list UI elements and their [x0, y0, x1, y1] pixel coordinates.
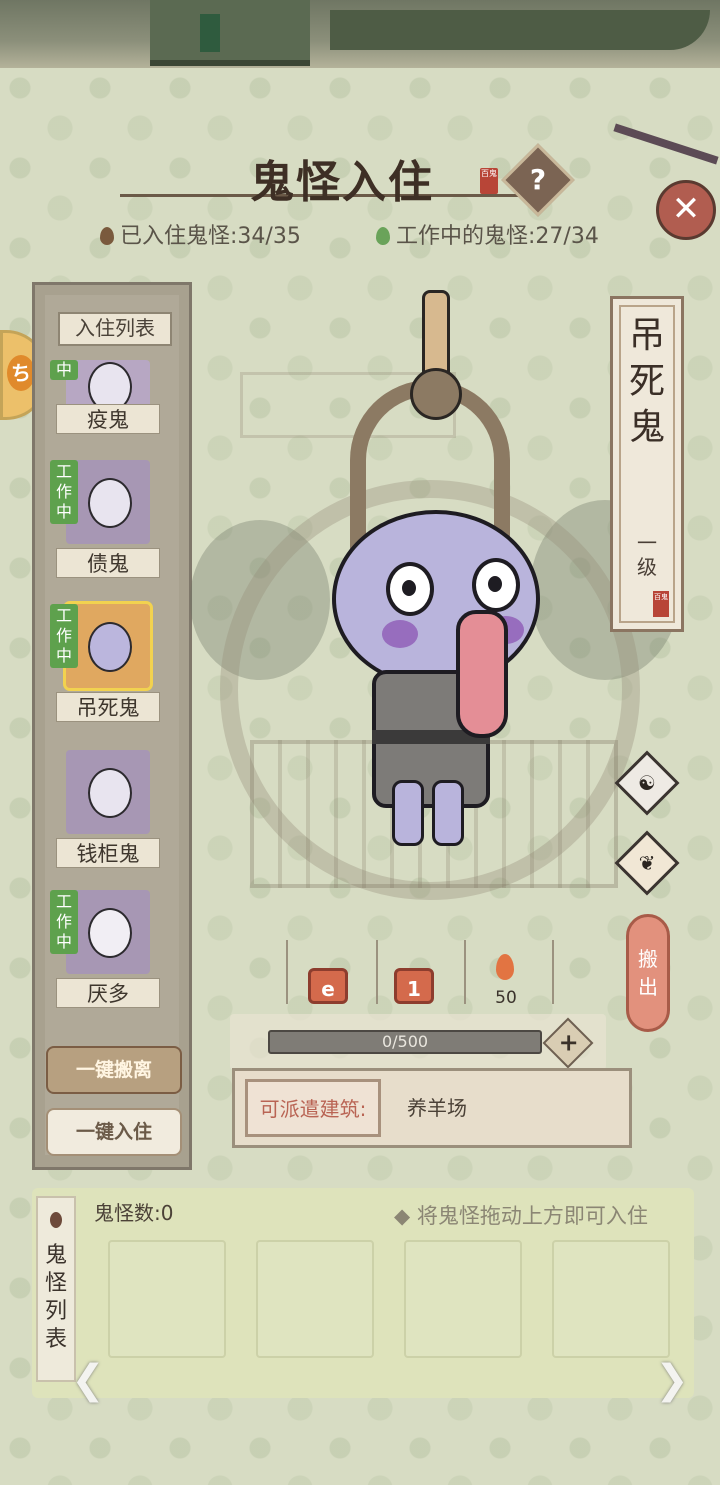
resident-count-text: 已入住鬼怪:34/35	[120, 224, 301, 249]
event-icon: ち	[7, 355, 35, 391]
working-tag: 工作中	[50, 890, 78, 954]
drop-icon	[376, 227, 390, 245]
experience-bar: 0/500	[268, 1030, 542, 1054]
building-sign	[200, 14, 220, 52]
working-tag: 工作中	[50, 604, 78, 668]
ghost-leg	[432, 780, 464, 846]
drag-hint: ◆ 将鬼怪拖动上方即可入住	[394, 1204, 648, 1228]
ghost-leg	[392, 780, 424, 846]
ghost-name-plate: 吊死鬼 一级 百鬼	[610, 296, 684, 632]
ghost-flame-icon: ☯	[638, 771, 656, 795]
move-out-button[interactable]: 搬出	[626, 914, 670, 1032]
flame-value: 50	[495, 988, 517, 1008]
remove-all-button[interactable]: 一键搬离	[46, 1046, 182, 1094]
ghost-tongue	[456, 610, 508, 738]
plus-icon: +	[558, 1028, 579, 1057]
divider	[286, 940, 288, 1004]
ghost-slot[interactable]	[256, 1240, 374, 1358]
page-title: 鬼怪入住	[250, 157, 434, 208]
ghost-legs	[392, 780, 464, 846]
ghost-attributes-row: e 1 50	[286, 940, 582, 1020]
next-page-arrow[interactable]: ❯	[634, 1360, 710, 1402]
ghost-name: 债鬼	[56, 548, 160, 578]
dispatch-label: 可派遣建筑:	[245, 1079, 381, 1137]
dispatch-building[interactable]: 可派遣建筑: 养羊场	[232, 1068, 632, 1148]
ghost-list-tab-label: 鬼怪列表	[44, 1243, 67, 1352]
dispatch-value: 养羊场	[407, 1096, 467, 1120]
ghost-name: 疫鬼	[56, 404, 160, 434]
right-eye	[472, 558, 520, 612]
ghost-portrait	[66, 750, 150, 834]
drop-icon	[50, 1212, 62, 1228]
list-title: 入住列表	[58, 312, 172, 346]
prev-page-arrow[interactable]: ❮	[50, 1360, 126, 1402]
flame-icon	[496, 954, 514, 980]
ghost-name: 钱柜鬼	[56, 838, 160, 868]
title-banner: 鬼怪入住 百鬼	[120, 140, 560, 210]
level-icon[interactable]: 1	[394, 968, 434, 1004]
blush	[382, 620, 418, 648]
divider	[552, 940, 554, 1004]
plate-stamp: 百鬼	[653, 591, 669, 617]
divider	[376, 940, 378, 1004]
close-button[interactable]: ✕	[656, 180, 716, 240]
ghost-list-tab[interactable]: 鬼怪列表	[36, 1196, 76, 1382]
question-icon: ?	[529, 163, 547, 196]
rope-knot	[410, 368, 462, 420]
left-eye	[386, 562, 434, 616]
add-all-button[interactable]: 一键入住	[46, 1108, 182, 1156]
building-roof	[150, 0, 310, 66]
ghost-level: 一级	[637, 531, 657, 579]
peach-icon: ❦	[638, 851, 656, 875]
divider	[464, 940, 466, 1004]
title-seal: 百鬼	[480, 168, 498, 194]
experience-text: 0/500	[381, 1032, 429, 1051]
resident-count: 已入住鬼怪:34/35	[100, 218, 301, 250]
ghost-name: 吊死鬼	[56, 692, 160, 722]
hanged-ghost-character[interactable]	[320, 290, 550, 860]
ghost-name-vertical: 吊死鬼	[628, 315, 665, 448]
working-tag: 工作中	[50, 460, 78, 524]
ghost-face	[88, 908, 132, 958]
ghost-portrait	[66, 890, 150, 974]
working-count: 工作中的鬼怪:27/34	[376, 218, 599, 250]
ghost-head	[332, 510, 540, 688]
ghost-face	[88, 768, 132, 818]
ghost-face	[88, 622, 132, 672]
ghost-portrait	[63, 601, 153, 691]
ghost-count: 鬼怪数:0	[94, 1201, 174, 1225]
working-tag: 中	[50, 360, 78, 380]
ghost-slot[interactable]	[404, 1240, 522, 1358]
ghost-slot[interactable]	[552, 1240, 670, 1358]
background-scene	[0, 0, 720, 68]
ghost-slot[interactable]	[108, 1240, 226, 1358]
drop-icon	[100, 227, 114, 245]
ghost-portrait	[66, 460, 150, 544]
ghost-name: 厌多	[56, 978, 160, 1008]
skill-e-icon[interactable]: e	[308, 968, 348, 1004]
building-roof	[330, 10, 710, 50]
ghost-face	[88, 478, 132, 528]
working-count-text: 工作中的鬼怪:27/34	[396, 224, 599, 249]
